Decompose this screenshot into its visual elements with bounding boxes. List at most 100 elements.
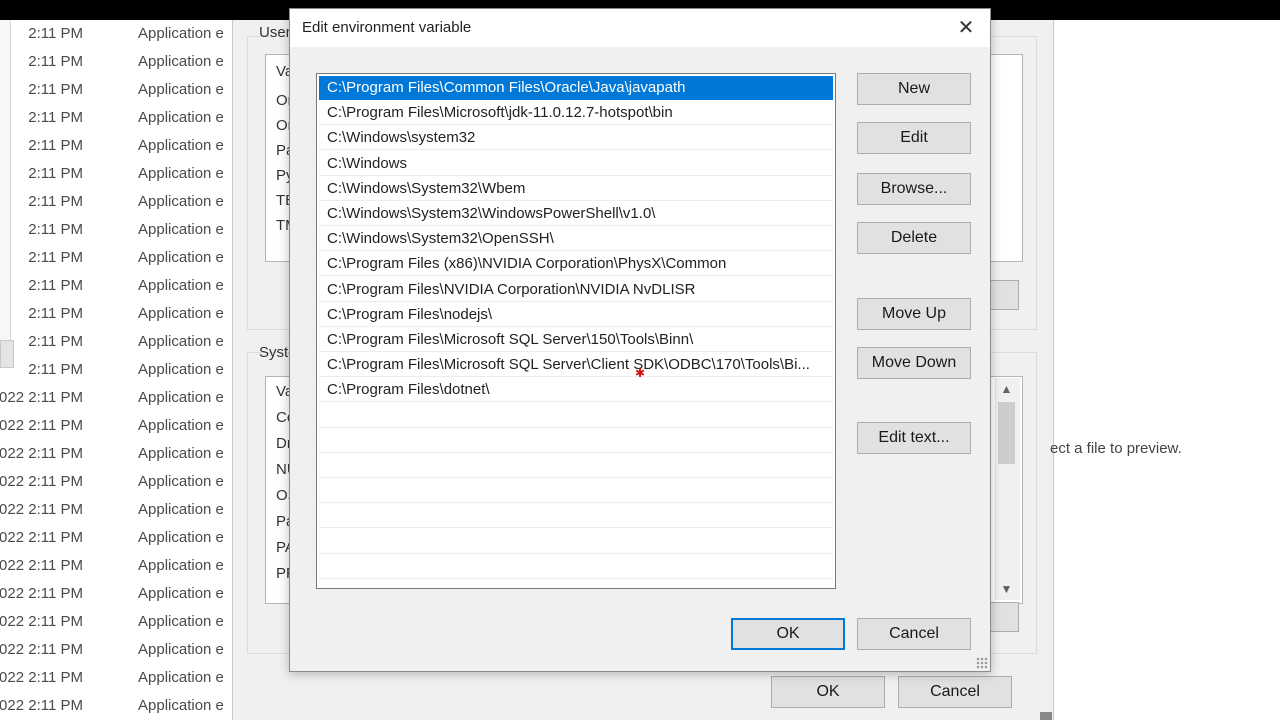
file-row[interactable]: 022 2:11 PM Application e bbox=[0, 524, 235, 552]
file-date-modified: 2:11 PM bbox=[28, 305, 83, 322]
window-edge-fragment bbox=[1040, 712, 1052, 720]
empty-path-slot[interactable] bbox=[319, 555, 833, 579]
file-type: Application e bbox=[138, 473, 224, 490]
move-down-button[interactable]: Move Down bbox=[857, 347, 971, 379]
file-date-modified: 022 2:11 PM bbox=[0, 389, 83, 406]
preview-pane-text: ect a file to preview. bbox=[1050, 440, 1182, 457]
empty-path-slot[interactable] bbox=[319, 454, 833, 478]
file-date-modified: 022 2:11 PM bbox=[0, 613, 83, 630]
file-row[interactable]: 022 2:11 PM Application e bbox=[0, 384, 235, 412]
empty-path-slot[interactable] bbox=[319, 530, 833, 554]
dialog-title-bar[interactable]: Edit environment variable ✕ bbox=[290, 9, 990, 47]
file-date-modified: 2:11 PM bbox=[28, 193, 83, 210]
file-type: Application e bbox=[138, 641, 224, 658]
file-row[interactable]: 2:11 PM Application e bbox=[0, 20, 235, 48]
file-row[interactable]: 022 2:11 PM Application e bbox=[0, 412, 235, 440]
empty-path-slot[interactable] bbox=[319, 404, 833, 428]
file-type: Application e bbox=[138, 557, 224, 574]
file-type: Application e bbox=[138, 501, 224, 518]
file-date-modified: 022 2:11 PM bbox=[0, 445, 83, 462]
path-entry[interactable]: C:\Program Files\Microsoft SQL Server\15… bbox=[319, 328, 833, 352]
path-entry[interactable]: C:\Program Files\nodejs\ bbox=[319, 303, 833, 327]
file-row[interactable]: 022 2:11 PM Application e bbox=[0, 608, 235, 636]
system-variables-scrollbar[interactable]: ▲ ▼ bbox=[995, 378, 1020, 600]
path-entry[interactable]: C:\Windows\System32\Wbem bbox=[319, 177, 833, 201]
file-type: Application e bbox=[138, 165, 224, 182]
path-entry[interactable]: C:\Program Files\Common Files\Oracle\Jav… bbox=[319, 76, 833, 100]
env-cancel-button[interactable]: Cancel bbox=[898, 676, 1012, 708]
path-entry[interactable]: C:\Program Files\Microsoft SQL Server\Cl… bbox=[319, 353, 833, 378]
scroll-down-icon[interactable]: ▼ bbox=[996, 582, 1017, 596]
file-row[interactable]: 022 2:11 PM Application e bbox=[0, 440, 235, 468]
env-ok-button[interactable]: OK bbox=[771, 676, 885, 708]
file-type: Application e bbox=[138, 613, 224, 630]
system-variable-action-button[interactable] bbox=[989, 602, 1019, 632]
file-date-modified: 022 2:11 PM bbox=[0, 697, 83, 714]
file-row[interactable]: 2:11 PM Application e bbox=[0, 356, 235, 384]
path-entry[interactable]: C:\Program Files\NVIDIA Corporation\NVID… bbox=[319, 278, 833, 302]
file-type: Application e bbox=[138, 361, 224, 378]
file-row[interactable]: 022 2:11 PM Application e bbox=[0, 664, 235, 692]
file-row[interactable]: 022 2:11 PM Application e bbox=[0, 468, 235, 496]
file-row[interactable]: 2:11 PM Application e bbox=[0, 244, 235, 272]
cancel-button[interactable]: Cancel bbox=[857, 618, 971, 650]
file-date-modified: 022 2:11 PM bbox=[0, 669, 83, 686]
file-type: Application e bbox=[138, 669, 224, 686]
file-row[interactable]: 022 2:11 PM Application e bbox=[0, 496, 235, 524]
file-row[interactable]: 022 2:11 PM Application e bbox=[0, 552, 235, 580]
file-row[interactable]: 022 2:11 PM Application e bbox=[0, 580, 235, 608]
file-type: Application e bbox=[138, 25, 224, 42]
file-type: Application e bbox=[138, 389, 224, 406]
file-date-modified: 2:11 PM bbox=[28, 53, 83, 70]
file-row[interactable]: 2:11 PM Application e bbox=[0, 160, 235, 188]
user-variable-action-button[interactable] bbox=[989, 280, 1019, 310]
file-type: Application e bbox=[138, 585, 224, 602]
file-row[interactable]: 2:11 PM Application e bbox=[0, 104, 235, 132]
user-variables-label: User bbox=[259, 24, 291, 41]
file-row[interactable]: 022 2:11 PM Application e bbox=[0, 692, 235, 720]
file-type: Application e bbox=[138, 417, 224, 434]
path-entry[interactable]: C:\Program Files (x86)\NVIDIA Corporatio… bbox=[319, 252, 833, 277]
file-date-modified: 022 2:11 PM bbox=[0, 473, 83, 490]
file-date-modified: 2:11 PM bbox=[28, 25, 83, 42]
move-up-button[interactable]: Move Up bbox=[857, 298, 971, 330]
file-row[interactable]: 2:11 PM Application e bbox=[0, 272, 235, 300]
edit-environment-variable-dialog: Edit environment variable ✕ C:\Program F… bbox=[289, 8, 991, 672]
file-row[interactable]: 2:11 PM Application e bbox=[0, 132, 235, 160]
file-type: Application e bbox=[138, 529, 224, 546]
mouse-cursor-icon: ✱ bbox=[635, 366, 646, 380]
new-button[interactable]: New bbox=[857, 73, 971, 105]
edit-text-button[interactable]: Edit text... bbox=[857, 422, 971, 454]
file-date-modified: 022 2:11 PM bbox=[0, 557, 83, 574]
path-entry[interactable]: C:\Windows\System32\WindowsPowerShell\v1… bbox=[319, 202, 833, 226]
explorer-file-list: 2:11 PM Application e 2:11 PM Application e… bbox=[0, 20, 235, 720]
empty-path-slot[interactable] bbox=[319, 429, 833, 453]
file-row[interactable]: 022 2:11 PM Application e bbox=[0, 636, 235, 664]
edit-button[interactable]: Edit bbox=[857, 122, 971, 154]
path-entry[interactable]: C:\Windows\System32\OpenSSH\ bbox=[319, 227, 833, 252]
file-date-modified: 2:11 PM bbox=[28, 137, 83, 154]
path-entry[interactable]: C:\Windows\system32 bbox=[319, 126, 833, 151]
ok-button[interactable]: OK bbox=[731, 618, 845, 650]
file-row[interactable]: 2:11 PM Application e bbox=[0, 300, 235, 328]
file-type: Application e bbox=[138, 193, 224, 210]
file-type: Application e bbox=[138, 53, 224, 70]
scroll-thumb[interactable] bbox=[998, 402, 1015, 464]
file-row[interactable]: 2:11 PM Application e bbox=[0, 216, 235, 244]
path-entry[interactable]: C:\Program Files\Microsoft\jdk-11.0.12.7… bbox=[319, 101, 833, 126]
empty-path-slot[interactable] bbox=[319, 504, 833, 529]
file-row[interactable]: 2:11 PM Application e bbox=[0, 188, 235, 216]
path-entry[interactable]: C:\Windows bbox=[319, 152, 833, 176]
delete-button[interactable]: Delete bbox=[857, 222, 971, 254]
resize-grip-icon[interactable] bbox=[976, 657, 988, 669]
close-icon[interactable]: ✕ bbox=[954, 15, 978, 40]
file-row[interactable]: 2:11 PM Application e bbox=[0, 76, 235, 104]
empty-path-slot[interactable] bbox=[319, 479, 833, 504]
file-date-modified: 2:11 PM bbox=[28, 277, 83, 294]
file-row[interactable]: 2:11 PM Application e bbox=[0, 328, 235, 356]
file-row[interactable]: 2:11 PM Application e bbox=[0, 48, 235, 76]
path-entry[interactable]: C:\Program Files\dotnet\ bbox=[319, 378, 833, 403]
path-entries-list[interactable]: C:\Program Files\Common Files\Oracle\Jav… bbox=[316, 73, 836, 589]
scroll-up-icon[interactable]: ▲ bbox=[996, 382, 1017, 396]
browse-button[interactable]: Browse... bbox=[857, 173, 971, 205]
